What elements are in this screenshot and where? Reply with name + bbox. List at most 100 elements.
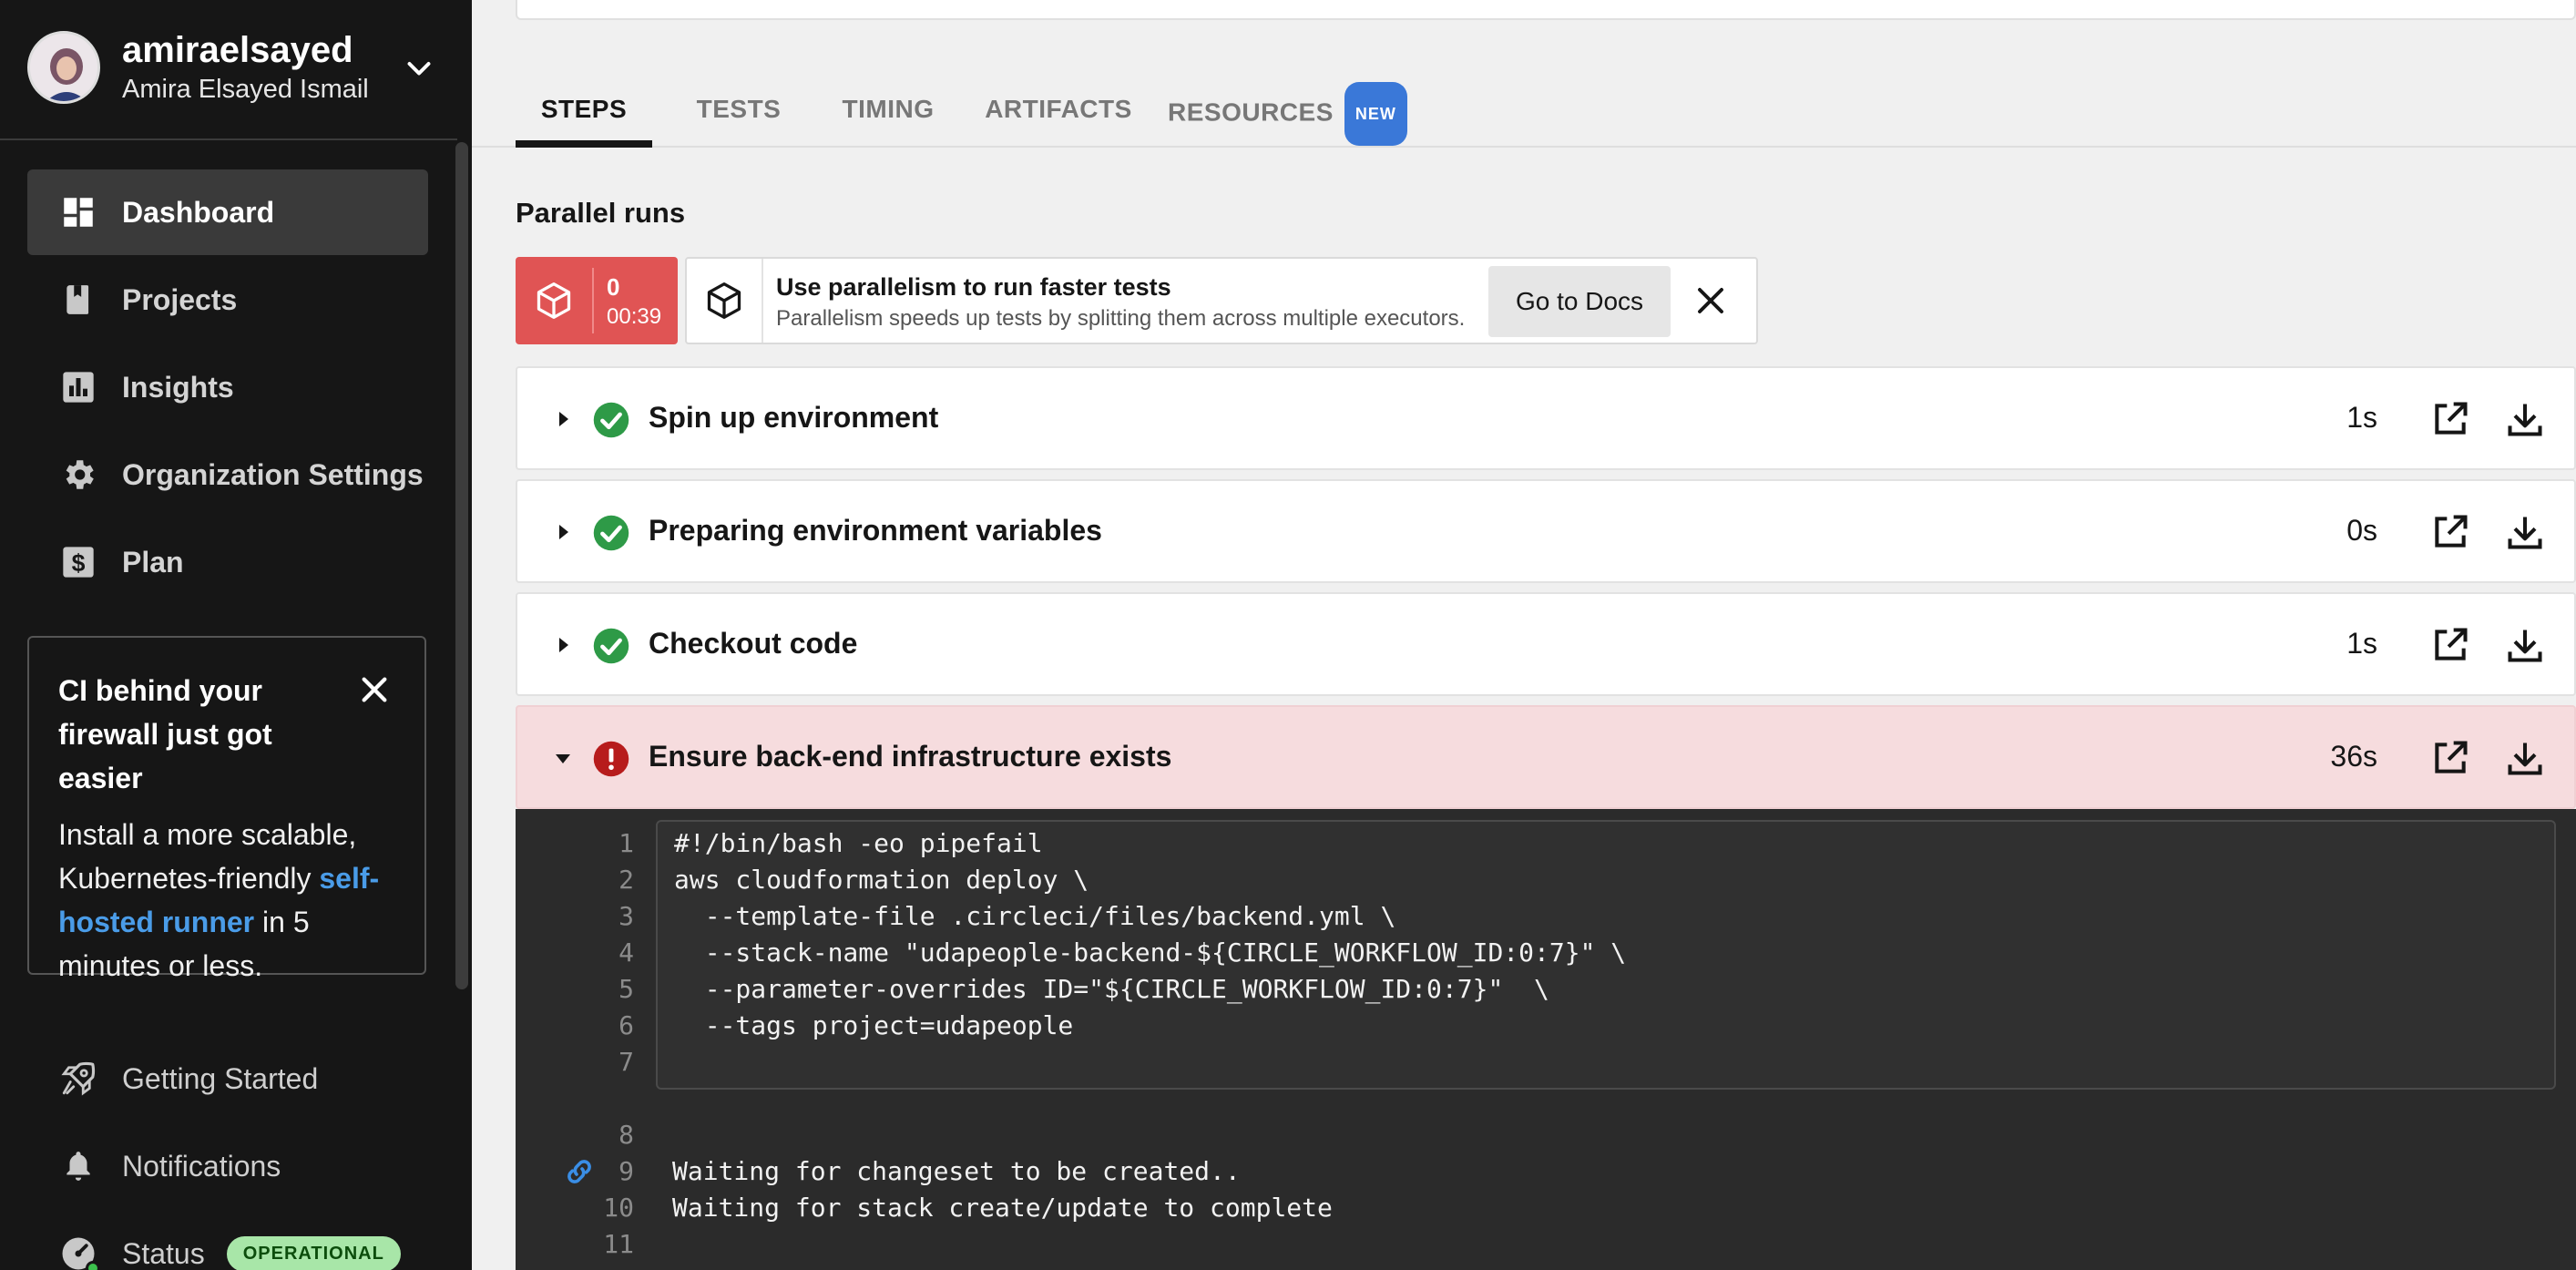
sidebar-bottom-nav: Getting Started Notifications Status OPE… xyxy=(27,1035,428,1270)
sidebar-item-dashboard[interactable]: Dashboard xyxy=(27,169,428,255)
bar-chart-icon xyxy=(58,367,98,407)
step-name: Checkout code xyxy=(649,627,858,660)
avatar xyxy=(27,31,100,104)
sidebar-divider xyxy=(0,138,457,140)
line-number: 3 xyxy=(618,901,634,931)
caret-down-icon[interactable] xyxy=(552,747,574,769)
sidebar-nav: Dashboard Projects Insights Organization… xyxy=(27,169,428,607)
caret-right-icon[interactable] xyxy=(552,408,574,430)
step-duration: 1s xyxy=(2346,627,2377,660)
promo-body: Install a more scalable, Kubernetes-frie… xyxy=(58,813,395,988)
sidebar-scrollbar[interactable] xyxy=(455,142,468,989)
speedometer-icon xyxy=(58,1234,100,1270)
promo-title: CI behind your firewall just got easier xyxy=(58,674,272,794)
download-icon[interactable] xyxy=(2505,738,2545,778)
step-duration: 1s xyxy=(2346,401,2377,434)
sidebar-item-label: Notifications xyxy=(122,1149,281,1183)
line-number: 11 xyxy=(603,1229,634,1259)
box-icon xyxy=(707,282,741,319)
dashboard-icon xyxy=(58,192,98,232)
caret-right-icon[interactable] xyxy=(552,521,574,543)
chevron-down-icon[interactable] xyxy=(403,53,435,86)
open-external-icon[interactable] xyxy=(2430,738,2470,778)
user-profile-switcher[interactable]: amiraelsayed Amira Elsayed Ismail xyxy=(27,27,455,108)
main-content: STEPS TESTS TIMING ARTIFACTS RESOURCES NE… xyxy=(472,0,2576,1270)
download-icon[interactable] xyxy=(2505,512,2545,552)
step-duration: 0s xyxy=(2346,514,2377,547)
step-row[interactable]: Spin up environment 1s xyxy=(516,366,2576,470)
sidebar-item-plan[interactable]: $ Plan xyxy=(27,519,428,605)
promo-body-text: Install a more scalable, Kubernetes-frie… xyxy=(58,818,357,895)
step-row[interactable]: Preparing environment variables 0s xyxy=(516,479,2576,583)
tab-resources-label: RESOURCES xyxy=(1168,97,1334,127)
step-row-failed[interactable]: Ensure back-end infrastructure exists 36… xyxy=(516,705,2576,809)
step-duration: 36s xyxy=(2330,740,2377,773)
error-icon xyxy=(593,741,629,777)
tab-resources[interactable]: RESOURCES NEW xyxy=(1168,82,1441,148)
download-icon[interactable] xyxy=(2505,399,2545,439)
parallel-run-time: 00:39 xyxy=(607,304,662,329)
parallelism-tip: Use parallelism to run faster tests Para… xyxy=(685,257,1758,344)
tab-timing[interactable]: TIMING xyxy=(820,82,956,148)
code-line: --template-file .circleci/files/backend.… xyxy=(674,901,1396,931)
step-row[interactable]: Checkout code 1s xyxy=(516,592,2576,696)
sidebar-item-organization-settings[interactable]: Organization Settings xyxy=(27,432,428,517)
sidebar-item-label: Projects xyxy=(122,282,238,316)
step-name: Spin up environment xyxy=(649,401,939,434)
go-to-docs-button[interactable]: Go to Docs xyxy=(1488,266,1671,337)
sidebar-item-notifications[interactable]: Notifications xyxy=(27,1122,428,1210)
status-dot xyxy=(86,1261,100,1270)
sidebar-item-label: Status xyxy=(122,1236,205,1270)
success-check-icon xyxy=(593,515,629,551)
new-badge: NEW xyxy=(1344,82,1407,146)
line-number: 4 xyxy=(618,937,634,968)
tip-icon-wrap xyxy=(687,259,763,343)
code-line: --stack-name "udapeople-backend-${CIRCLE… xyxy=(674,937,1627,968)
step-name: Ensure back-end infrastructure exists xyxy=(649,740,1172,773)
download-icon[interactable] xyxy=(2505,625,2545,665)
output-line: Waiting for changeset to be created.. xyxy=(672,1156,1241,1186)
parallel-runs-title: Parallel runs xyxy=(516,197,686,229)
line-number: 7 xyxy=(618,1047,634,1077)
open-external-icon[interactable] xyxy=(2430,625,2470,665)
sidebar-item-projects[interactable]: Projects xyxy=(27,257,428,343)
line-number: 9 xyxy=(618,1156,634,1186)
parallel-run-0[interactable]: 0 00:39 xyxy=(516,257,678,344)
line-number: 1 xyxy=(618,828,634,858)
code-line: #!/bin/bash -eo pipefail xyxy=(674,828,1043,858)
close-icon[interactable] xyxy=(359,674,390,705)
open-external-icon[interactable] xyxy=(2430,399,2470,439)
tab-steps[interactable]: STEPS xyxy=(516,82,652,148)
caret-right-icon[interactable] xyxy=(552,634,574,656)
code-line: aws cloudformation deploy \ xyxy=(674,865,1089,895)
sidebar-item-status[interactable]: Status OPERATIONAL xyxy=(27,1210,428,1270)
sidebar-item-label: Insights xyxy=(122,370,234,404)
tab-tests[interactable]: TESTS xyxy=(680,82,798,148)
success-check-icon xyxy=(593,402,629,438)
step-name: Preparing environment variables xyxy=(649,514,1102,547)
open-external-icon[interactable] xyxy=(2430,512,2470,552)
success-check-icon xyxy=(593,628,629,664)
sidebar-item-getting-started[interactable]: Getting Started xyxy=(27,1035,428,1122)
svg-text:$: $ xyxy=(72,549,86,577)
sidebar-item-label: Getting Started xyxy=(122,1061,319,1095)
job-header-card xyxy=(516,0,2576,20)
tip-title: Use parallelism to run faster tests xyxy=(776,273,1171,301)
close-icon[interactable] xyxy=(1694,284,1727,317)
dollar-icon: $ xyxy=(58,542,98,582)
sidebar-item-insights[interactable]: Insights xyxy=(27,344,428,430)
output-line: Waiting for stack create/update to compl… xyxy=(672,1193,1333,1223)
book-icon xyxy=(58,280,98,320)
line-number: 6 xyxy=(618,1010,634,1040)
sidebar: amiraelsayed Amira Elsayed Ismail Dashbo… xyxy=(0,0,472,1270)
sidebar-item-label: Plan xyxy=(122,545,184,579)
gear-icon xyxy=(58,455,98,495)
tip-subtitle: Parallelism speeds up tests by splitting… xyxy=(776,306,1466,331)
code-line: --tags project=udapeople xyxy=(674,1010,1074,1040)
promo-card: CI behind your firewall just got easier … xyxy=(27,636,426,982)
box-icon xyxy=(537,282,571,319)
sidebar-item-label: Dashboard xyxy=(122,195,275,229)
line-number: 2 xyxy=(618,865,634,895)
tab-artifacts[interactable]: ARTIFACTS xyxy=(967,82,1150,148)
code-line: --parameter-overrides ID="${CIRCLE_WORKF… xyxy=(674,974,1549,1004)
